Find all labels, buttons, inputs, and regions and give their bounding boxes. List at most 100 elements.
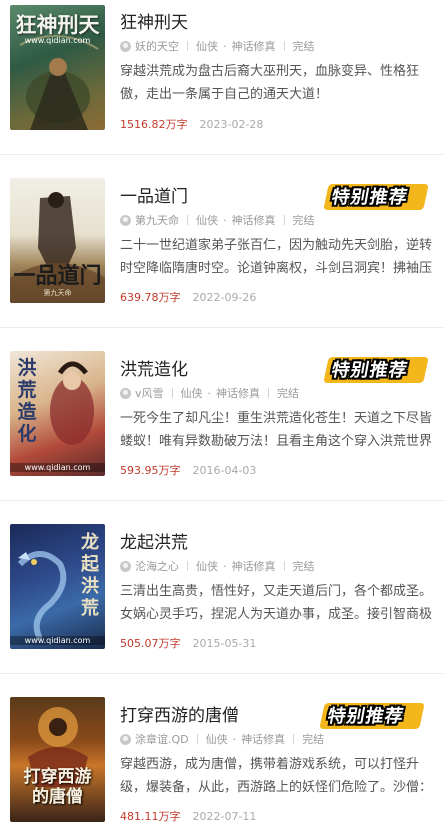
book-description: 二十一世纪道家弟子张百仁，因为触动先天剑胎，逆转时空降临隋唐时空。论道钟离权，斗…	[120, 238, 433, 276]
item-divider	[0, 673, 444, 674]
divider	[283, 215, 285, 225]
author-name[interactable]: 妖的天空	[135, 38, 179, 54]
book-description: 穿越洪荒成为盘古后裔大巫刑天，血脉变异、性格狂傲，走出一条属于自己的通天大道！	[120, 64, 420, 102]
book-meta: 沦海之心 仙侠 · 神话修真 完结	[120, 558, 315, 574]
word-count: 1516.82万字	[120, 118, 188, 131]
book-stats: 1516.82万字 2023-02-28	[120, 116, 263, 132]
book-cover[interactable]: 洪荒造化 www.qidian.com	[10, 351, 105, 476]
divider	[187, 215, 188, 225]
divider	[171, 388, 173, 398]
cover-subtitle: www.qidian.com	[24, 36, 91, 45]
book-meta: 涂章谊.QD 仙侠 · 神话修真 完结	[120, 731, 324, 747]
book-cover[interactable]: 狂神刑天 www.qidian.com	[10, 5, 105, 130]
author-name[interactable]: 第九天命	[135, 212, 179, 228]
book-cover[interactable]: 一品道门 第九天命	[10, 178, 105, 303]
status: 完结	[292, 214, 315, 227]
featured-badge-label: 特别推荐	[325, 706, 406, 727]
book-title[interactable]: 龙起洪荒	[120, 528, 188, 553]
word-count: 593.95万字	[120, 464, 181, 477]
divider	[268, 388, 270, 398]
divider	[283, 41, 285, 51]
cover-title: 洪荒造化	[17, 357, 37, 445]
word-count: 639.78万字	[120, 291, 181, 304]
book-title[interactable]: 洪荒造化	[120, 355, 188, 380]
divider	[293, 734, 295, 744]
book-title[interactable]: 狂神刑天	[120, 8, 188, 33]
update-date: 2015-05-31	[192, 637, 257, 650]
category[interactable]: 仙侠	[181, 385, 203, 401]
cover-title: 龙起洪荒	[81, 532, 99, 619]
book-description: 三清出生高贵，悟性好，又走天道后门，各个都成圣。女娲心灵手巧，捏泥人为天道办事，…	[120, 584, 433, 622]
cover-title: 打穿西游的唐僧	[23, 767, 92, 807]
author-avatar-icon	[120, 387, 131, 399]
book-meta: 妖的天空 仙侠 · 神话修真 完结	[120, 38, 315, 54]
featured-badge-label: 特别推荐	[329, 360, 410, 381]
featured-badge: 特别推荐	[323, 353, 430, 385]
update-date: 2023-02-28	[199, 118, 264, 131]
dot-separator: ·	[207, 386, 212, 400]
status: 完结	[302, 733, 325, 746]
update-date: 2022-09-26	[192, 291, 257, 304]
subcategory[interactable]: 神话修真	[232, 558, 276, 574]
book-item[interactable]: 打穿西游的唐僧 打穿西游的唐僧 特别推荐 涂章谊.QD 仙侠 · 神话修真 完结…	[0, 691, 444, 827]
dot-separator: ·	[232, 732, 237, 746]
cover-title: 狂神刑天	[15, 12, 100, 37]
update-date: 2022-07-11	[192, 810, 257, 823]
author-avatar-icon	[120, 40, 131, 52]
book-item[interactable]: 狂神刑天 www.qidian.com 狂神刑天 妖的天空 仙侠 · 神话修真 …	[0, 0, 444, 172]
featured-badge: 特别推荐	[319, 699, 426, 731]
word-count: 481.11万字	[120, 810, 181, 823]
cover-subtitle: www.qidian.com	[10, 636, 105, 645]
subcategory[interactable]: 神话修真	[216, 385, 260, 401]
book-description: 穿越西游，成为唐僧，携带着游戏系统，可以打怪升级，爆装备，从此，西游路上的妖怪们…	[120, 757, 433, 795]
book-description: 一死今生了却凡尘！重生洪荒造化苍生！天道之下尽皆蝼蚁！唯有异数勘破万法！且看主角…	[120, 411, 433, 449]
cover-title: 一品道门	[13, 263, 102, 289]
subcategory[interactable]: 神话修真	[241, 731, 285, 747]
dot-separator: ·	[223, 39, 227, 53]
word-count: 505.07万字	[120, 637, 181, 650]
divider	[187, 561, 188, 571]
book-item[interactable]: 龙起洪荒 www.qidian.com 龙起洪荒 沦海之心 仙侠 · 神话修真 …	[0, 518, 444, 691]
book-title[interactable]: 一品道门	[120, 182, 188, 207]
category[interactable]: 仙侠	[196, 558, 218, 574]
dot-separator: ·	[223, 559, 227, 573]
book-meta: v风雪 仙侠 · 神话修真 完结	[120, 385, 299, 401]
author-avatar-icon	[120, 733, 131, 745]
author-avatar-icon	[120, 214, 131, 226]
category[interactable]: 仙侠	[206, 731, 228, 747]
book-stats: 505.07万字 2015-05-31	[120, 635, 256, 651]
book-cover[interactable]: 龙起洪荒 www.qidian.com	[10, 524, 105, 649]
category[interactable]: 仙侠	[196, 38, 218, 54]
featured-badge-label: 特别推荐	[329, 187, 410, 208]
book-stats: 593.95万字 2016-04-03	[120, 462, 256, 478]
author-name[interactable]: v风雪	[135, 385, 164, 401]
book-item[interactable]: 一品道门 第九天命 一品道门 特别推荐 第九天命 仙侠 · 神话修真 完结 二十…	[0, 172, 444, 345]
status: 完结	[292, 560, 315, 573]
status: 完结	[277, 387, 300, 400]
divider	[187, 41, 188, 51]
author-name[interactable]: 涂章谊.QD	[135, 731, 189, 747]
book-list: 狂神刑天 www.qidian.com 狂神刑天 妖的天空 仙侠 · 神话修真 …	[0, 0, 444, 827]
book-title[interactable]: 打穿西游的唐僧	[120, 701, 239, 726]
item-divider	[0, 327, 444, 328]
divider	[196, 734, 198, 744]
cover-subtitle: www.qidian.com	[10, 463, 105, 472]
category[interactable]: 仙侠	[196, 212, 218, 228]
author-avatar-icon	[120, 560, 131, 572]
cover-subtitle: 第九天命	[43, 289, 72, 297]
subcategory[interactable]: 神话修真	[232, 212, 276, 228]
book-stats: 481.11万字 2022-07-11	[120, 808, 256, 824]
item-divider	[0, 154, 444, 155]
status: 完结	[292, 40, 315, 53]
book-item[interactable]: 洪荒造化 www.qidian.com 洪荒造化 特别推荐 v风雪 仙侠 · 神…	[0, 345, 444, 518]
dot-separator: ·	[223, 213, 227, 227]
author-name[interactable]: 沦海之心	[135, 558, 179, 574]
book-cover[interactable]: 打穿西游的唐僧	[10, 697, 105, 822]
divider	[283, 561, 285, 571]
featured-badge: 特别推荐	[323, 180, 430, 212]
book-stats: 639.78万字 2022-09-26	[120, 289, 256, 305]
subcategory[interactable]: 神话修真	[232, 38, 276, 54]
book-meta: 第九天命 仙侠 · 神话修真 完结	[120, 212, 315, 228]
update-date: 2016-04-03	[192, 464, 257, 477]
item-divider	[0, 500, 444, 501]
